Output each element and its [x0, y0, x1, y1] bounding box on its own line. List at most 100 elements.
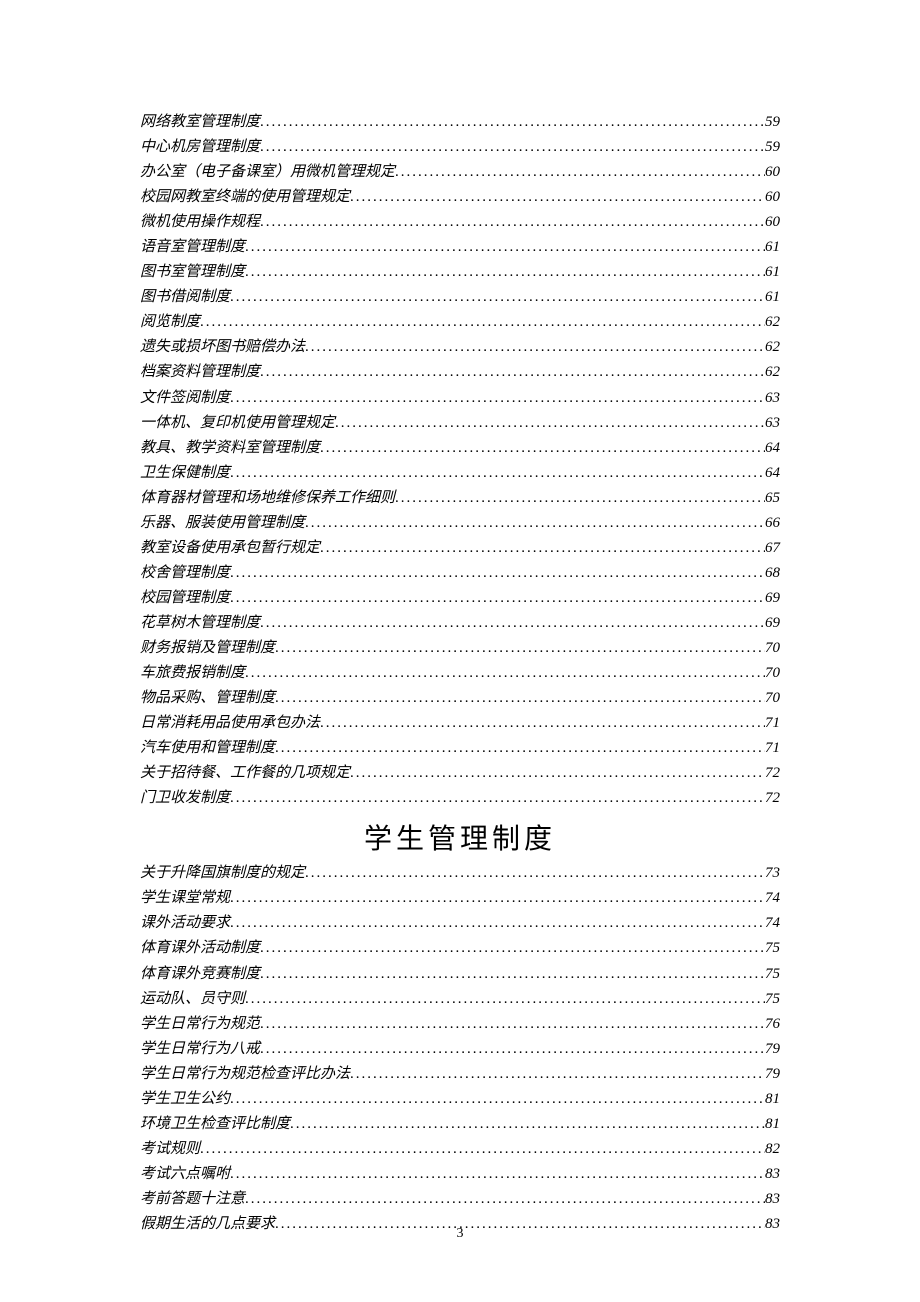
- toc-entry-page: 79: [765, 1037, 780, 1062]
- toc-dot-leader: [245, 987, 765, 1012]
- table-of-contents: 网络教室管理制度59中心机房管理制度59办公室（电子备课室）用微机管理规定60校…: [140, 110, 780, 1237]
- toc-dot-leader: [275, 636, 765, 661]
- toc-dot-leader: [245, 260, 765, 285]
- toc-entry-title: 学生卫生公约: [140, 1087, 230, 1112]
- toc-entry: 校园管理制度69: [140, 586, 780, 611]
- toc-dot-leader: [230, 461, 765, 486]
- toc-dot-leader: [260, 611, 765, 636]
- toc-entry-page: 59: [765, 135, 780, 160]
- toc-entry-title: 日常消耗用品使用承包办法: [140, 711, 320, 736]
- toc-entry-page: 75: [765, 936, 780, 961]
- toc-dot-leader: [305, 335, 765, 360]
- toc-entry: 微机使用操作规程60: [140, 210, 780, 235]
- toc-entry-title: 考前答题十注意: [140, 1187, 245, 1212]
- toc-entry: 阅览制度 62: [140, 310, 780, 335]
- toc-dot-leader: [275, 686, 765, 711]
- toc-entry-title: 体育课外竞赛制度: [140, 962, 260, 987]
- toc-entry-title: 文件签阅制度: [140, 386, 230, 411]
- toc-entry-page: 72: [765, 786, 780, 811]
- toc-entry-title: 学生日常行为八戒: [140, 1037, 260, 1062]
- toc-dot-leader: [395, 160, 765, 185]
- toc-entry-page: 76: [765, 1012, 780, 1037]
- toc-entry: 校舍管理制度 68: [140, 561, 780, 586]
- toc-dot-leader: [260, 360, 765, 385]
- toc-entry: 中心机房管理制度59: [140, 135, 780, 160]
- toc-entry-title: 体育课外活动制度: [140, 936, 260, 961]
- toc-dot-leader: [305, 861, 765, 886]
- toc-entry: 考试规则82: [140, 1137, 780, 1162]
- toc-dot-leader: [200, 310, 765, 335]
- toc-entry-page: 68: [765, 561, 780, 586]
- toc-dot-leader: [230, 586, 765, 611]
- toc-dot-leader: [260, 210, 765, 235]
- toc-entry: 关于招待餐、工作餐的几项规定 72: [140, 761, 780, 786]
- toc-entry-title: 阅览制度: [140, 310, 200, 335]
- toc-dot-leader: [260, 936, 765, 961]
- toc-dot-leader: [260, 962, 765, 987]
- toc-entry-title: 校舍管理制度: [140, 561, 230, 586]
- toc-entry: 文件签阅制度63: [140, 386, 780, 411]
- toc-entry: 卫生保健制度64: [140, 461, 780, 486]
- toc-entry-title: 网络教室管理制度: [140, 110, 260, 135]
- toc-entry: 财务报销及管理制度70: [140, 636, 780, 661]
- toc-entry-title: 关于招待餐、工作餐的几项规定: [140, 761, 350, 786]
- toc-entry-title: 汽车使用和管理制度: [140, 736, 275, 761]
- toc-entry-title: 一体机、复印机使用管理规定: [140, 411, 335, 436]
- toc-dot-leader: [230, 911, 765, 936]
- toc-entry-title: 学生日常行为规范检查评比办法: [140, 1062, 350, 1087]
- toc-dot-leader: [305, 511, 765, 536]
- toc-entry-page: 63: [765, 411, 780, 436]
- toc-entry-title: 车旅费报销制度: [140, 661, 245, 686]
- toc-dot-leader: [395, 486, 765, 511]
- toc-entry-page: 72: [765, 761, 780, 786]
- toc-dot-leader: [260, 1037, 765, 1062]
- toc-entry-title: 物品采购、管理制度: [140, 686, 275, 711]
- toc-entry: 乐器、服装使用管理制度66: [140, 511, 780, 536]
- toc-dot-leader: [245, 661, 765, 686]
- toc-entry: 网络教室管理制度59: [140, 110, 780, 135]
- toc-dot-leader: [245, 1187, 765, 1212]
- toc-entry: 花草树木管理制度69: [140, 611, 780, 636]
- toc-dot-leader: [350, 761, 765, 786]
- toc-entry-title: 课外活动要求: [140, 911, 230, 936]
- toc-entry-page: 71: [765, 711, 780, 736]
- toc-entry: 环境卫生检查评比制度81: [140, 1112, 780, 1137]
- toc-entry: 图书借阅制度61: [140, 285, 780, 310]
- toc-entry-page: 74: [765, 886, 780, 911]
- toc-entry: 学生日常行为规范检查评比办法 79: [140, 1062, 780, 1087]
- toc-entry-page: 75: [765, 962, 780, 987]
- toc-entry-title: 微机使用操作规程: [140, 210, 260, 235]
- toc-entry-page: 83: [765, 1187, 780, 1212]
- toc-entry-page: 62: [765, 335, 780, 360]
- toc-entry-title: 办公室（电子备课室）用微机管理规定: [140, 160, 395, 185]
- toc-entry-page: 74: [765, 911, 780, 936]
- page-content: 网络教室管理制度59中心机房管理制度59办公室（电子备课室）用微机管理规定60校…: [0, 0, 920, 1297]
- toc-entry: 图书室管理制度61: [140, 260, 780, 285]
- toc-dot-leader: [230, 886, 765, 911]
- toc-entry-title: 校园网教室终端的使用管理规定: [140, 185, 350, 210]
- toc-entry-title: 财务报销及管理制度: [140, 636, 275, 661]
- toc-dot-leader: [275, 736, 765, 761]
- toc-entry-title: 环境卫生检查评比制度: [140, 1112, 290, 1137]
- toc-entry: 门卫收发制度72: [140, 786, 780, 811]
- toc-entry: 体育课外活动制度 75: [140, 936, 780, 961]
- toc-dot-leader: [230, 1087, 765, 1112]
- toc-entry-title: 教室设备使用承包暂行规定: [140, 536, 320, 561]
- toc-entry-title: 考试六点嘱咐: [140, 1162, 230, 1187]
- toc-dot-leader: [200, 1137, 765, 1162]
- toc-entry: 运动队、员守则75: [140, 987, 780, 1012]
- page-number: 3: [0, 1226, 920, 1242]
- toc-entry-page: 70: [765, 686, 780, 711]
- toc-entry-page: 79: [765, 1062, 780, 1087]
- toc-dot-leader: [260, 135, 765, 160]
- toc-entry-page: 61: [765, 260, 780, 285]
- toc-dot-leader: [230, 1162, 765, 1187]
- toc-entry: 日常消耗用品使用承包办法 71: [140, 711, 780, 736]
- toc-dot-leader: [320, 711, 765, 736]
- toc-entry: 教室设备使用承包暂行规定67: [140, 536, 780, 561]
- toc-dot-leader: [290, 1112, 765, 1137]
- toc-entry: 考前答题十注意 83: [140, 1187, 780, 1212]
- toc-entry-page: 62: [765, 310, 780, 335]
- toc-dot-leader: [350, 1062, 765, 1087]
- toc-entry-title: 花草树木管理制度: [140, 611, 260, 636]
